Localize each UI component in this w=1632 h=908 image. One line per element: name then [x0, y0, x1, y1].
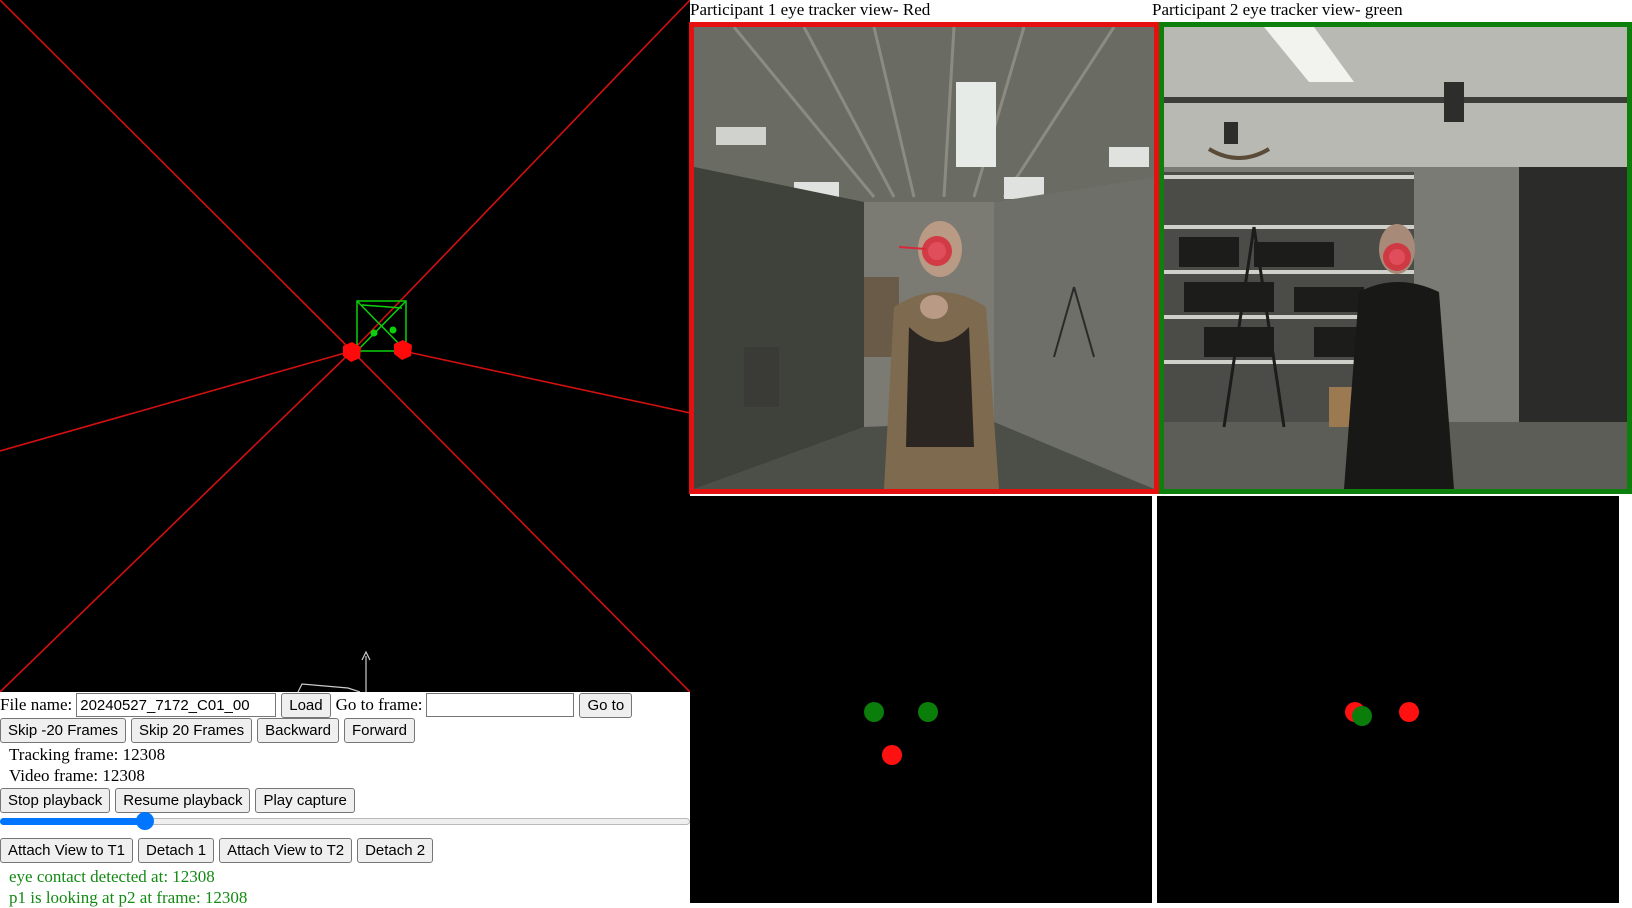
eye-contact-status: eye contact detected at: 12308 [9, 867, 215, 886]
file-name-input[interactable] [76, 693, 277, 717]
gaze-point-green [864, 702, 884, 722]
p2-eye-tracker-video [1159, 22, 1632, 494]
p1-looking-status: p1 is looking at p2 at frame: 12308 [9, 888, 248, 907]
file-name-label: File name: [0, 695, 73, 714]
timeline-slider-fill [0, 818, 145, 825]
detach-2-button[interactable]: Detach 2 [357, 837, 434, 863]
p1-head-marker [394, 340, 412, 360]
p1-view-title: Participant 1 eye tracker view- Red [690, 0, 931, 19]
tracking-frame-text: Tracking frame: 12308 [9, 745, 166, 764]
forward-button[interactable]: Forward [343, 717, 415, 743]
goto-frame-input[interactable] [426, 693, 575, 717]
p1-eye-tracker-video [689, 22, 1159, 494]
gaze-point-red [882, 745, 902, 765]
p2-eye-point [370, 329, 378, 337]
playback-controls: File name: Load Go to frame: Go to Skip … [0, 692, 690, 907]
play-capture-button[interactable]: Play capture [255, 787, 355, 813]
timeline-slider-thumb[interactable] [135, 812, 154, 830]
p1-gaze-panel [690, 496, 1152, 903]
scene-3d-view[interactable] [0, 0, 690, 692]
p2-eye-point [389, 326, 397, 334]
gaze-point-red [1399, 702, 1419, 722]
detach-1-button[interactable]: Detach 1 [138, 837, 215, 863]
backward-button[interactable]: Backward [257, 717, 339, 743]
goto-frame-label: Go to frame: [335, 695, 423, 714]
load-button[interactable]: Load [281, 692, 331, 718]
p2-gaze-panel [1157, 496, 1619, 903]
scene-3d-canvas [0, 0, 690, 692]
p2-view-title: Participant 2 eye tracker view- green [1152, 0, 1403, 19]
resume-playback-button[interactable]: Resume playback [115, 787, 251, 813]
goto-button[interactable]: Go to [579, 692, 633, 718]
gaze-point-green [918, 702, 938, 722]
attach-view-t2-button[interactable]: Attach View to T2 [219, 837, 353, 863]
stop-playback-button[interactable]: Stop playback [0, 787, 111, 813]
gaze-point-green [1352, 706, 1372, 726]
skip-back-button[interactable]: Skip -20 Frames [0, 717, 127, 743]
skip-forward-button[interactable]: Skip 20 Frames [131, 717, 253, 743]
attach-view-t1-button[interactable]: Attach View to T1 [0, 837, 134, 863]
video-frame-text: Video frame: 12308 [9, 766, 145, 785]
axis-gizmo [297, 650, 371, 692]
